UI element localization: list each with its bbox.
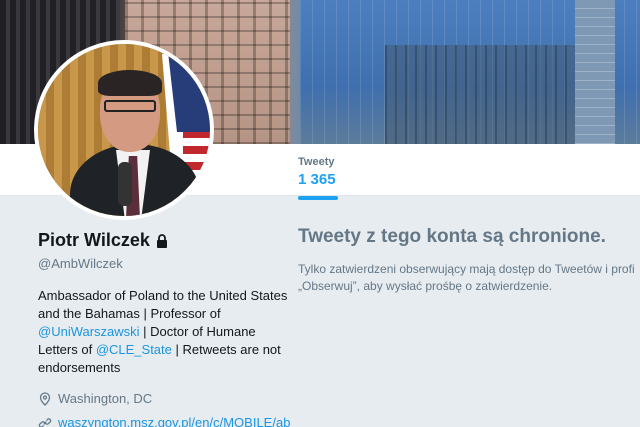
profile-website-link[interactable]: waszyngton.msz.gov.pl/en/c/MOBILE/ab xyxy=(58,415,290,427)
tweets-stat-label[interactable]: Tweety xyxy=(298,156,358,168)
protected-title: Tweety z tego konta są chronione. xyxy=(298,226,606,247)
mention-link-uniwarszawski[interactable]: @UniWarszawski xyxy=(38,324,140,339)
header-building-tower xyxy=(575,0,615,144)
location-pin-icon xyxy=(39,391,51,406)
profile-location: Washington, DC xyxy=(58,391,153,406)
tweets-stat-count[interactable]: 1 365 xyxy=(298,171,358,188)
profile-name[interactable]: Piotr Wilczek xyxy=(38,230,150,251)
profile-handle[interactable]: @AmbWilczek xyxy=(38,256,288,271)
active-tab-indicator xyxy=(298,196,338,200)
profile-card: Piotr Wilczek @AmbWilczek Ambassador of … xyxy=(38,230,290,427)
website-row: waszyngton.msz.gov.pl/en/c/MOBILE/ab xyxy=(38,415,290,427)
name-row: Piotr Wilczek xyxy=(38,230,288,251)
profile-bio: Ambassador of Poland to the United State… xyxy=(38,287,288,377)
protected-description-line-2: „Obserwuj”, aby wysłać prośbę o zatwierd… xyxy=(298,279,553,293)
avatar-glasses xyxy=(104,100,156,112)
bio-text-1: Ambassador of Poland to the United State… xyxy=(38,288,288,321)
mention-link-cle-state[interactable]: @CLE_State xyxy=(96,342,172,357)
protected-description-line-1: Tylko zatwierdzeni obserwujący mają dost… xyxy=(298,262,635,276)
location-row: Washington, DC xyxy=(38,391,288,406)
lock-icon xyxy=(156,233,167,248)
tweets-stat[interactable]: Tweety 1 365 xyxy=(298,156,358,200)
protected-notice: Tweety z tego konta są chronione. Tylko … xyxy=(298,226,640,295)
avatar-hair xyxy=(98,70,162,96)
protected-description: Tylko zatwierdzeni obserwujący mają dost… xyxy=(298,261,640,295)
avatar[interactable] xyxy=(34,40,214,220)
link-icon xyxy=(38,417,52,427)
header-building-glass xyxy=(385,45,605,144)
avatar-microphone xyxy=(118,162,132,206)
